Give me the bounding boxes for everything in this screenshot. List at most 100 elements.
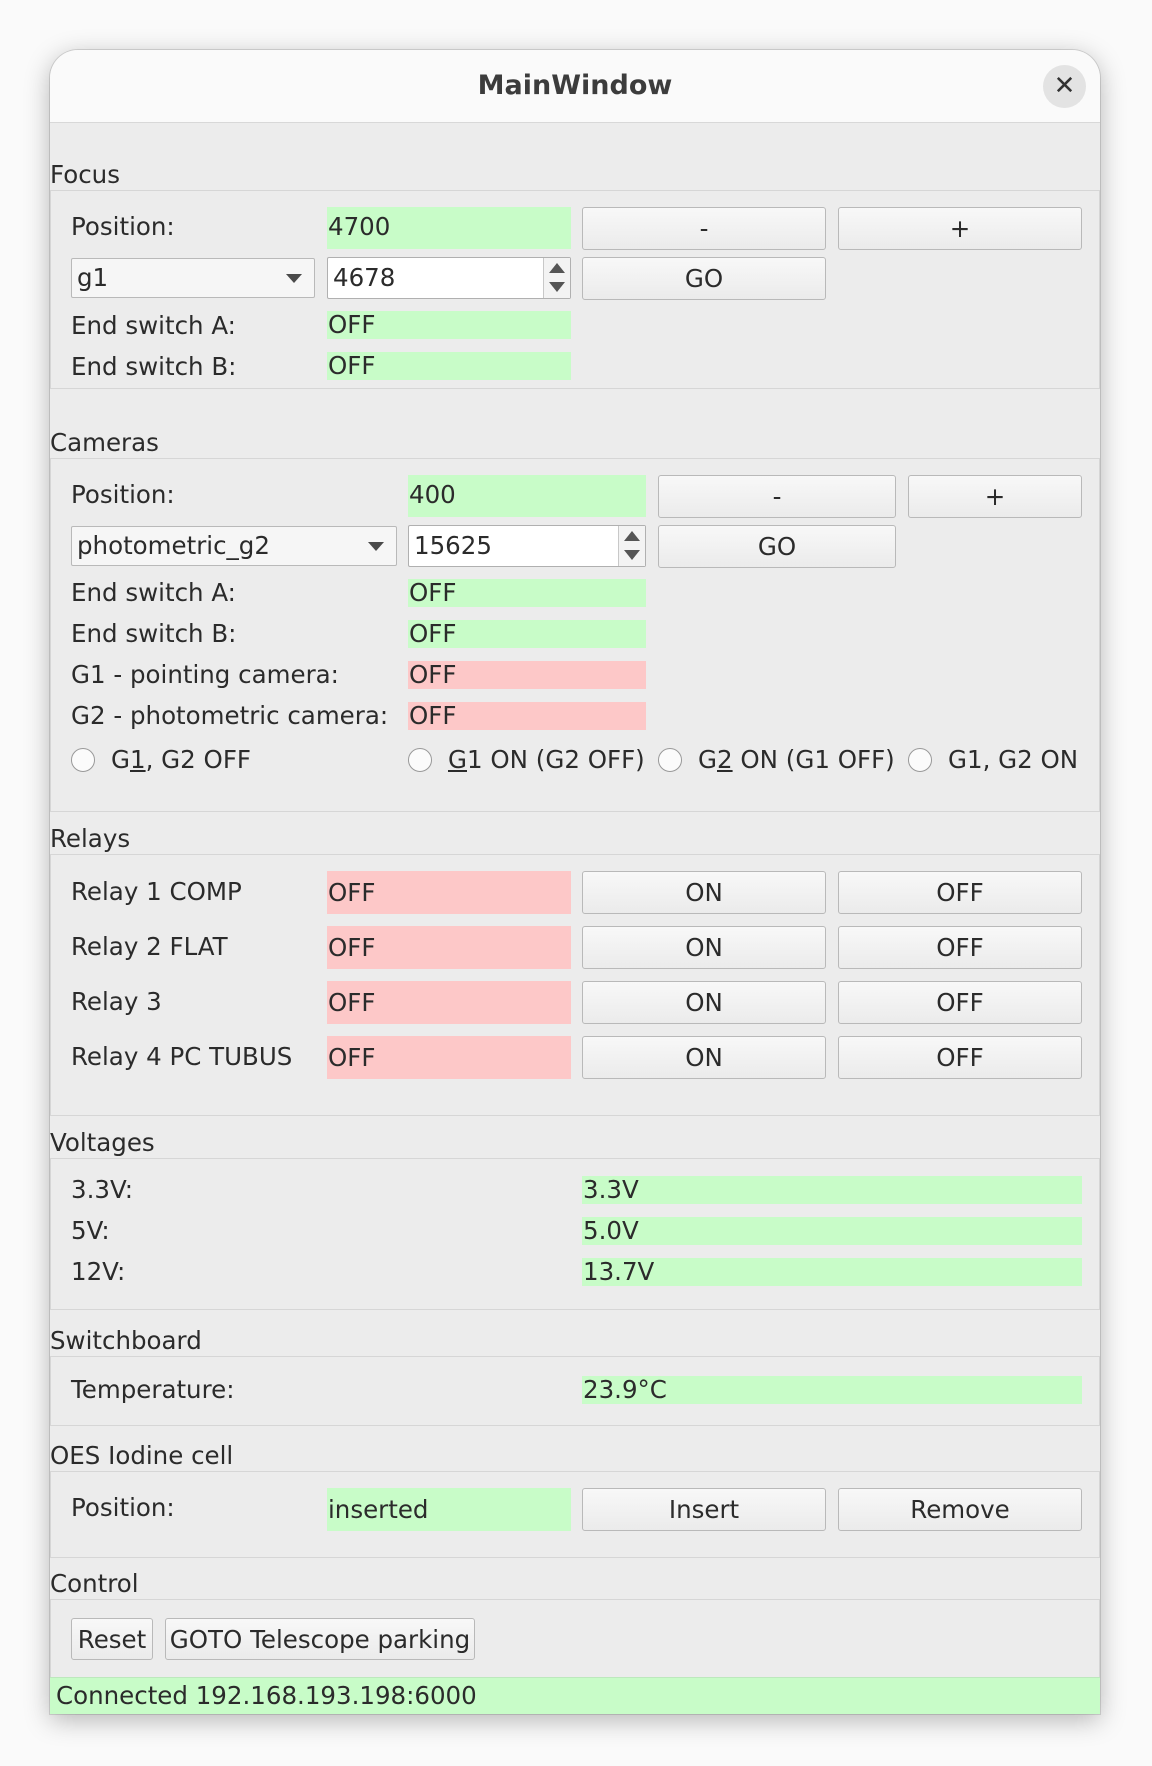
radio-indicator[interactable] (408, 748, 432, 772)
spin-down-icon[interactable] (624, 550, 640, 560)
relay-4-off-button[interactable]: OFF (838, 1036, 1082, 1079)
relay-4-on-button[interactable]: ON (582, 1036, 826, 1079)
cameras-minus-button[interactable]: - (658, 475, 896, 518)
relay-2-on-button[interactable]: ON (582, 926, 826, 969)
voltages-section-title: Voltages (50, 1128, 155, 1157)
iodine-remove-button[interactable]: Remove (838, 1488, 1082, 1531)
focus-end-b-label: End switch B: (71, 352, 237, 381)
relay-2-label: Relay 2 FLAT (71, 932, 228, 961)
voltages-group: 3.3V: 3.3V 5V: 5.0V 12V: 13.7V (50, 1158, 1100, 1310)
spin-buttons[interactable] (543, 258, 570, 298)
iodine-position-value: inserted (327, 1488, 571, 1531)
relays-section-title: Relays (50, 824, 131, 853)
cameras-preset-select[interactable]: photometric_g2 (71, 526, 397, 566)
cameras-go-button[interactable]: GO (658, 525, 896, 568)
relay-row-2: Relay 2 FLAT OFF ON OFF (51, 926, 1100, 969)
focus-minus-button[interactable]: - (582, 207, 826, 250)
focus-target-value: 4678 (333, 263, 396, 292)
spin-down-icon[interactable] (549, 282, 565, 292)
temperature-label: Temperature: (71, 1375, 235, 1404)
status-bar: Connected 192.168.193.198:6000 (50, 1677, 1100, 1714)
focus-preset-value: g1 (77, 263, 109, 292)
temperature-value: 23.9°C (582, 1376, 1082, 1404)
voltage-33-value: 3.3V (582, 1176, 1082, 1204)
spin-up-icon[interactable] (549, 263, 565, 273)
relay-3-label: Relay 3 (71, 987, 162, 1016)
goto-telescope-parking-button[interactable]: GOTO Telescope parking (165, 1618, 475, 1660)
cameras-plus-button[interactable]: + (908, 475, 1082, 518)
focus-position-label: Position: (71, 212, 175, 241)
switchboard-section-title: Switchboard (50, 1326, 202, 1355)
chevron-down-icon (286, 274, 302, 283)
switchboard-group: Temperature: 23.9°C (50, 1356, 1100, 1426)
reset-button[interactable]: Reset (71, 1618, 153, 1660)
relay-4-label: Relay 4 PC TUBUS (71, 1042, 293, 1071)
relay-1-label: Relay 1 COMP (71, 877, 242, 906)
radio-indicator[interactable] (658, 748, 682, 772)
voltage-5-label: 5V: (71, 1216, 110, 1245)
voltage-33-label: 3.3V: (71, 1175, 133, 1204)
focus-go-button[interactable]: GO (582, 257, 826, 300)
cameras-group: Position: 400 - + photometric_g2 15625 G… (50, 458, 1100, 812)
radio-g1-g2-off[interactable]: G1, G2 OFF (71, 740, 371, 780)
relay-3-off-button[interactable]: OFF (838, 981, 1082, 1024)
radio-indicator[interactable] (908, 748, 932, 772)
cameras-end-a-label: End switch A: (71, 578, 236, 607)
focus-preset-select[interactable]: g1 (71, 258, 315, 298)
focus-end-b-value: OFF (327, 352, 571, 380)
iodine-position-label: Position: (71, 1493, 175, 1522)
cameras-end-b-value: OFF (408, 620, 646, 648)
close-icon: ✕ (1053, 71, 1076, 101)
focus-group: Position: 4700 - + g1 4678 GO End switch… (50, 190, 1100, 389)
radio-label: G1, G2 OFF (111, 745, 251, 774)
iodine-section-title: OES Iodine cell (50, 1441, 234, 1470)
spin-up-icon[interactable] (624, 531, 640, 541)
cameras-g2-label: G2 - photometric camera: (71, 701, 389, 730)
cameras-position-value: 400 (408, 475, 646, 517)
cameras-g1-value: OFF (408, 661, 646, 689)
radio-g1-g2-on[interactable]: G1, G2 ON (908, 740, 1088, 780)
title-bar: MainWindow ✕ (50, 50, 1100, 123)
relay-row-3: Relay 3 OFF ON OFF (51, 981, 1100, 1024)
control-section-title: Control (50, 1569, 139, 1598)
relay-3-value: OFF (327, 981, 571, 1024)
radio-g2-on[interactable]: G2 ON (G1 OFF) (658, 740, 898, 780)
cameras-end-a-value: OFF (408, 579, 646, 607)
focus-position-value: 4700 (327, 207, 571, 249)
main-window: MainWindow ✕ Focus Position: 4700 - + g1… (50, 50, 1100, 1714)
relay-4-value: OFF (327, 1036, 571, 1079)
cameras-end-b-label: End switch B: (71, 619, 237, 648)
cameras-target-value: 15625 (414, 531, 492, 560)
voltage-12-label: 12V: (71, 1257, 126, 1286)
cameras-g1-label: G1 - pointing camera: (71, 660, 339, 689)
focus-target-spinbox[interactable]: 4678 (327, 257, 571, 299)
focus-end-a-label: End switch A: (71, 311, 236, 340)
iodine-group: Position: inserted Insert Remove (50, 1471, 1100, 1558)
radio-label: G1 ON (G2 OFF) (448, 745, 645, 774)
cameras-section-title: Cameras (50, 428, 159, 457)
cameras-preset-value: photometric_g2 (77, 531, 270, 560)
radio-label: G2 ON (G1 OFF) (698, 745, 895, 774)
cameras-g2-value: OFF (408, 702, 646, 730)
relay-1-off-button[interactable]: OFF (838, 871, 1082, 914)
radio-label: G1, G2 ON (948, 745, 1079, 774)
relay-2-off-button[interactable]: OFF (838, 926, 1082, 969)
cameras-position-label: Position: (71, 480, 175, 509)
close-button[interactable]: ✕ (1043, 65, 1086, 108)
relay-row-1: Relay 1 COMP OFF ON OFF (51, 871, 1100, 914)
focus-section-title: Focus (50, 160, 120, 189)
relay-1-value: OFF (327, 871, 571, 914)
relay-row-4: Relay 4 PC TUBUS OFF ON OFF (51, 1036, 1100, 1079)
iodine-insert-button[interactable]: Insert (582, 1488, 826, 1531)
voltage-5-value: 5.0V (582, 1217, 1082, 1245)
cameras-target-spinbox[interactable]: 15625 (408, 525, 646, 567)
spin-buttons[interactable] (618, 526, 645, 566)
chevron-down-icon (368, 542, 384, 551)
relay-1-on-button[interactable]: ON (582, 871, 826, 914)
relay-3-on-button[interactable]: ON (582, 981, 826, 1024)
radio-g1-on[interactable]: G1 ON (G2 OFF) (408, 740, 648, 780)
focus-end-a-value: OFF (327, 311, 571, 339)
focus-plus-button[interactable]: + (838, 207, 1082, 250)
relays-group: Relay 1 COMP OFF ON OFF Relay 2 FLAT OFF… (50, 854, 1100, 1116)
radio-indicator[interactable] (71, 748, 95, 772)
